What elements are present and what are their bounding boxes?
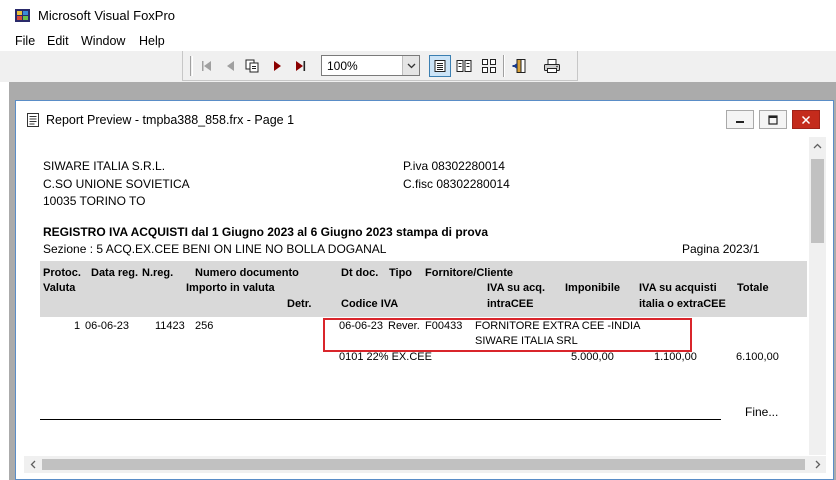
app-title: Microsoft Visual FoxPro — [38, 8, 176, 23]
two-pages-button[interactable] — [453, 55, 475, 77]
report-section: Sezione : 5 ACQ.EX.CEE BENI ON LINE NO B… — [43, 242, 387, 256]
col-imponibile: Imponibile — [565, 282, 620, 294]
highlight-box — [323, 318, 692, 352]
report-preview-title: Report Preview - tmpba388_858.frx - Page… — [46, 113, 295, 127]
four-pages-button[interactable] — [478, 55, 500, 77]
menu-file[interactable]: File — [15, 34, 35, 48]
one-page-button[interactable] — [429, 55, 451, 77]
row-iva-italia: 1.100,00 — [654, 351, 697, 363]
two-pages-icon — [456, 60, 472, 72]
col-codice-iva: Codice IVA — [341, 298, 399, 310]
last-page-button[interactable] — [289, 55, 311, 77]
report-end-line — [40, 419, 721, 420]
col-n-reg: N.reg. — [142, 267, 174, 279]
goto-page-icon — [245, 59, 259, 73]
row-codice-iva: 0101 22% EX.CEE — [339, 351, 432, 363]
col-fornitore-cliente: Fornitore/Cliente — [425, 267, 514, 279]
report-page[interactable]: SIWARE ITALIA S.R.L. C.SO UNIONE SOVIETI… — [24, 137, 809, 455]
row-data-reg: 06-06-23 — [85, 320, 130, 332]
col-iva-acq-intracee-line1: IVA su acq. — [487, 282, 546, 294]
row-n-reg: 11423 — [155, 320, 185, 332]
chevron-right-icon — [815, 460, 820, 469]
next-page-icon — [274, 61, 281, 71]
close-preview-icon — [512, 59, 526, 73]
col-protoc: Protoc. — [43, 267, 81, 279]
col-numero-documento: Numero documento — [195, 267, 299, 279]
company-piva: P.iva 08302280014 — [403, 159, 505, 173]
row-totale: 6.100,00 — [736, 351, 779, 363]
one-page-icon — [434, 60, 446, 72]
first-page-icon — [202, 61, 211, 71]
report-fine: Fine... — [745, 405, 779, 419]
prev-page-button[interactable] — [220, 55, 242, 77]
close-button[interactable] — [792, 110, 820, 129]
row-numero-documento: 256 — [195, 320, 214, 332]
toolbar-grip[interactable] — [190, 56, 193, 76]
col-data-reg: Data reg. — [91, 267, 139, 279]
row-imponibile: 5.000,00 — [571, 351, 614, 363]
col-dt-doc: Dt doc. — [341, 267, 379, 279]
menu-edit[interactable]: Edit — [47, 34, 69, 48]
column-header-band: Protoc. Valuta Data reg. N.reg. Numero d… — [40, 261, 807, 317]
prev-page-icon — [227, 61, 234, 71]
company-cfisc: C.fisc 08302280014 — [403, 177, 510, 191]
foxpro-app-icon — [15, 9, 30, 22]
zoom-value: 100% — [327, 59, 358, 73]
vertical-scroll-thumb[interactable] — [811, 159, 824, 243]
report-icon — [27, 113, 39, 127]
scroll-up-button[interactable] — [809, 137, 826, 154]
horizontal-scrollbar[interactable] — [24, 456, 826, 473]
report-title: REGISTRO IVA ACQUISTI dal 1 Giugno 2023 … — [43, 225, 488, 239]
col-valuta: Valuta — [43, 282, 76, 294]
four-pages-icon — [482, 59, 496, 73]
close-icon — [801, 115, 811, 124]
report-preview-window: Report Preview - tmpba388_858.frx - Page… — [15, 100, 834, 480]
company-city: 10035 TORINO TO — [43, 194, 146, 208]
col-iva-italia-line1: IVA su acquisti — [639, 282, 717, 294]
close-preview-button[interactable] — [509, 55, 531, 77]
print-icon — [544, 59, 560, 73]
toolbar-separator — [503, 55, 505, 77]
menu-bar: File Edit Window Help — [0, 31, 836, 51]
scroll-right-button[interactable] — [809, 456, 826, 473]
app-title-bar: Microsoft Visual FoxPro — [0, 0, 836, 31]
print-preview-toolbar: 100% — [182, 51, 578, 81]
row-protoc: 1 — [74, 320, 81, 332]
vertical-scrollbar[interactable] — [809, 137, 826, 455]
last-page-icon — [296, 61, 306, 71]
chevron-left-icon — [30, 460, 35, 469]
col-iva-acq-intracee-line2: intraCEE — [487, 298, 534, 310]
minimize-icon — [736, 120, 744, 123]
maximize-icon — [768, 114, 778, 125]
zoom-dropdown-button[interactable] — [402, 56, 419, 75]
print-button[interactable] — [541, 55, 563, 77]
col-iva-italia-line2: italia o extraCEE — [639, 298, 726, 310]
menu-help[interactable]: Help — [139, 34, 165, 48]
chevron-up-icon — [813, 143, 822, 148]
menu-window[interactable]: Window — [81, 34, 125, 48]
report-page-number: Pagina 2023/1 — [682, 242, 760, 256]
company-address: C.SO UNIONE SOVIETICA — [43, 177, 190, 191]
maximize-button[interactable] — [759, 110, 787, 129]
company-name: SIWARE ITALIA S.R.L. — [43, 159, 166, 173]
col-tipo: Tipo — [389, 267, 413, 279]
goto-page-button[interactable] — [241, 55, 263, 77]
col-detr: Detr. — [287, 298, 312, 310]
zoom-select[interactable]: 100% — [321, 55, 420, 76]
col-totale: Totale — [737, 282, 769, 294]
next-page-button[interactable] — [266, 55, 288, 77]
left-panel-edge — [0, 82, 9, 480]
scroll-left-button[interactable] — [24, 456, 41, 473]
col-importo-valuta: Importo in valuta — [186, 282, 275, 294]
chevron-down-icon — [407, 63, 415, 68]
minimize-button[interactable] — [726, 110, 754, 129]
first-page-button[interactable] — [196, 55, 218, 77]
report-preview-title-bar[interactable]: Report Preview - tmpba388_858.frx - Page… — [16, 101, 833, 137]
horizontal-scroll-thumb[interactable] — [42, 459, 805, 470]
